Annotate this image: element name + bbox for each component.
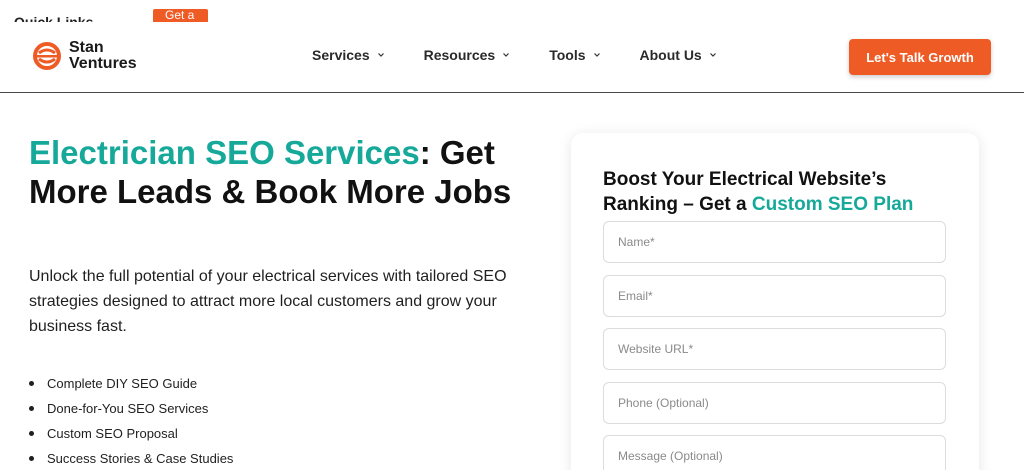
logo-line-1: Stan (69, 39, 104, 56)
chevron-down-icon (709, 53, 716, 57)
message-field[interactable] (603, 435, 946, 470)
nav-label: Services (312, 47, 370, 63)
email-field[interactable] (603, 275, 946, 317)
nav-item-resources[interactable]: Resources (424, 47, 510, 63)
hero-description: Unlock the full potential of your electr… (29, 268, 507, 335)
title-highlight: Electrician SEO Services (29, 134, 420, 171)
form-title-highlight: Custom SEO Plan (751, 194, 914, 215)
name-field[interactable] (603, 221, 946, 263)
seo-plan-form: Boost Your Electrical Website’s Ranking … (571, 133, 979, 470)
chevron-down-icon (593, 53, 600, 57)
list-item-label: Success Stories & Case Studies (47, 451, 234, 466)
feature-list: Complete DIY SEO Guide Done-for-You SEO … (29, 371, 233, 470)
nav-item-about-us[interactable]: About Us (640, 47, 716, 63)
phone-field[interactable] (603, 382, 946, 424)
list-item-label: Complete DIY SEO Guide (47, 376, 198, 391)
list-item: Complete DIY SEO Guide (29, 371, 233, 396)
list-item: Success Stories & Case Studies (29, 446, 233, 470)
nav-label: Resources (423, 47, 496, 63)
nav-item-services[interactable]: Services (312, 47, 384, 63)
quick-links-link[interactable]: Quick Links (14, 14, 93, 22)
site-logo[interactable]: Stan Ventures (33, 40, 137, 72)
bullet-icon (29, 406, 34, 411)
lets-talk-growth-button[interactable]: Let's Talk Growth (849, 39, 991, 75)
list-item-label: Done-for-You SEO Services (47, 401, 209, 416)
chevron-down-icon (377, 53, 384, 57)
logo-wordmark: Stan Ventures (69, 40, 137, 72)
page-title: Electrician SEO Services: Get More Leads… (29, 133, 529, 211)
list-item: Done-for-You SEO Services (29, 396, 233, 421)
list-item-label: Custom SEO Proposal (47, 426, 178, 441)
list-item: Custom SEO Proposal (29, 421, 233, 446)
stan-ventures-logo-icon (33, 42, 61, 70)
nav-label: About Us (639, 47, 702, 63)
nav-item-tools[interactable]: Tools (549, 47, 600, 63)
website-url-field[interactable] (603, 328, 946, 370)
bullet-icon (29, 456, 34, 461)
site-header: Stan Ventures Services Resources Tools A… (0, 22, 1024, 93)
chevron-down-icon (503, 53, 510, 57)
logo-line-2: Ventures (69, 55, 137, 72)
get-a-quote-tab[interactable]: Get a (153, 9, 208, 22)
main-nav: Services Resources Tools About Us (312, 47, 716, 63)
bullet-icon (29, 381, 34, 386)
bullet-icon (29, 431, 34, 436)
form-title: Boost Your Electrical Website’s Ranking … (603, 167, 943, 217)
nav-label: Tools (549, 47, 586, 63)
top-strip: Quick Links Get a (0, 0, 1024, 22)
